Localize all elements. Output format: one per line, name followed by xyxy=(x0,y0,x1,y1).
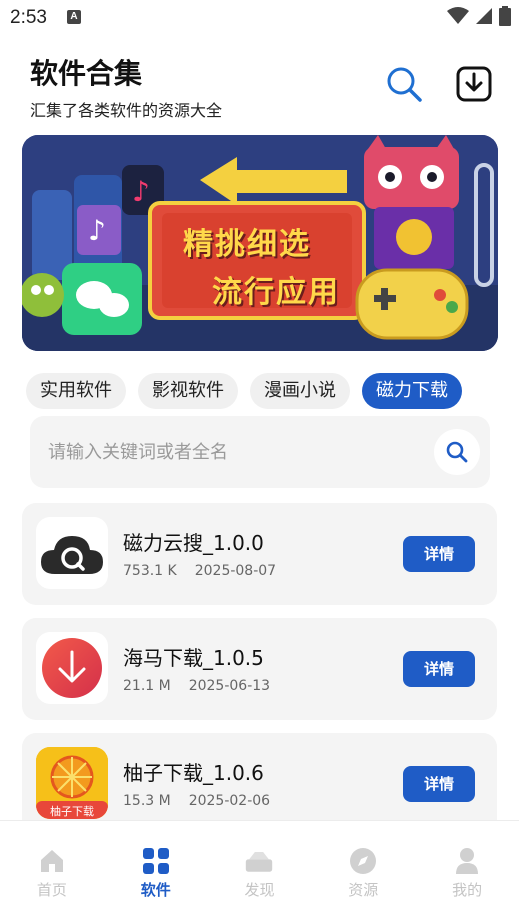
promo-banner[interactable]: ♪ ♪ 精挑细选 流行应用 xyxy=(22,135,498,351)
nav-label: 资源 xyxy=(348,881,379,899)
grid-icon xyxy=(142,847,170,875)
svg-text:♪: ♪ xyxy=(132,175,150,208)
nav-profile[interactable]: 我的 xyxy=(415,821,519,922)
status-icons xyxy=(447,6,511,26)
discover-icon xyxy=(245,847,273,875)
user-icon xyxy=(453,847,481,875)
app-date: 2025-02-06 xyxy=(188,793,271,809)
svg-text:♪: ♪ xyxy=(88,214,106,247)
details-button[interactable]: 详情 xyxy=(403,536,475,572)
compass-icon xyxy=(349,847,377,875)
app-date: 2025-06-13 xyxy=(188,678,271,694)
app-name: 柚子下载_1.0.6 xyxy=(123,761,264,785)
search-button[interactable] xyxy=(384,64,424,104)
details-button[interactable]: 详情 xyxy=(403,651,475,687)
wifi-icon xyxy=(447,7,469,24)
tab-comics[interactable]: 漫画小说 xyxy=(250,373,350,409)
app-name: 海马下载_1.0.5 xyxy=(123,646,264,670)
tab-magnet[interactable]: 磁力下载 xyxy=(362,373,462,409)
app-meta: 15.3 M 2025-02-06 xyxy=(123,793,270,809)
battery-icon xyxy=(499,6,511,26)
notification-icon: A xyxy=(67,10,81,24)
nav-label: 我的 xyxy=(452,881,483,899)
nav-label: 软件 xyxy=(140,881,171,899)
bottom-nav: 首页 软件 发现 资源 我的 xyxy=(0,820,519,922)
app-meta: 753.1 K 2025-08-07 xyxy=(123,563,276,579)
download-icon xyxy=(456,66,492,102)
list-item[interactable]: 磁力云搜_1.0.0 753.1 K 2025-08-07 详情 xyxy=(22,503,497,605)
list-item[interactable]: 海马下载_1.0.5 21.1 M 2025-06-13 详情 xyxy=(22,618,497,720)
search-bar xyxy=(30,416,490,488)
app-date: 2025-08-07 xyxy=(194,563,277,579)
app-icon: 柚子下载 xyxy=(36,747,108,819)
search-submit-button[interactable] xyxy=(434,429,480,475)
download-arrow-icon xyxy=(42,638,102,698)
tab-video[interactable]: 影视软件 xyxy=(138,373,238,409)
signal-icon xyxy=(476,8,492,24)
app-icon-caption: 柚子下载 xyxy=(50,805,94,818)
nav-home[interactable]: 首页 xyxy=(0,821,104,922)
status-bar: 2:53 A xyxy=(0,0,519,36)
search-icon xyxy=(387,67,422,102)
app-size: 21.1 M xyxy=(123,678,171,694)
app-icon xyxy=(36,632,108,704)
download-manager-button[interactable] xyxy=(454,64,494,104)
search-icon xyxy=(446,441,468,463)
banner-headline-2: 流行应用 xyxy=(212,275,340,310)
status-time: 2:53 xyxy=(10,7,47,28)
app-name: 磁力云搜_1.0.0 xyxy=(123,531,264,555)
nav-label: 发现 xyxy=(244,881,275,899)
app-size: 753.1 K xyxy=(123,563,177,579)
page-subtitle: 汇集了各类软件的资源大全 xyxy=(30,101,223,120)
page-title: 软件合集 xyxy=(30,57,143,90)
home-icon xyxy=(38,847,66,875)
app-size: 15.3 M xyxy=(123,793,171,809)
nav-label: 首页 xyxy=(36,881,67,899)
app-meta: 21.1 M 2025-06-13 xyxy=(123,678,270,694)
app-icon xyxy=(36,517,108,589)
tab-utility[interactable]: 实用软件 xyxy=(26,373,126,409)
nav-software[interactable]: 软件 xyxy=(104,821,208,922)
cloud-search-icon xyxy=(41,536,103,574)
search-input[interactable] xyxy=(48,434,428,470)
banner-headline-1: 精挑细选 xyxy=(183,227,311,262)
nav-discover[interactable]: 发现 xyxy=(208,821,312,922)
category-tabs: 实用软件 影视软件 漫画小说 磁力下载 xyxy=(26,373,462,409)
nav-resources[interactable]: 资源 xyxy=(311,821,415,922)
details-button[interactable]: 详情 xyxy=(403,766,475,802)
